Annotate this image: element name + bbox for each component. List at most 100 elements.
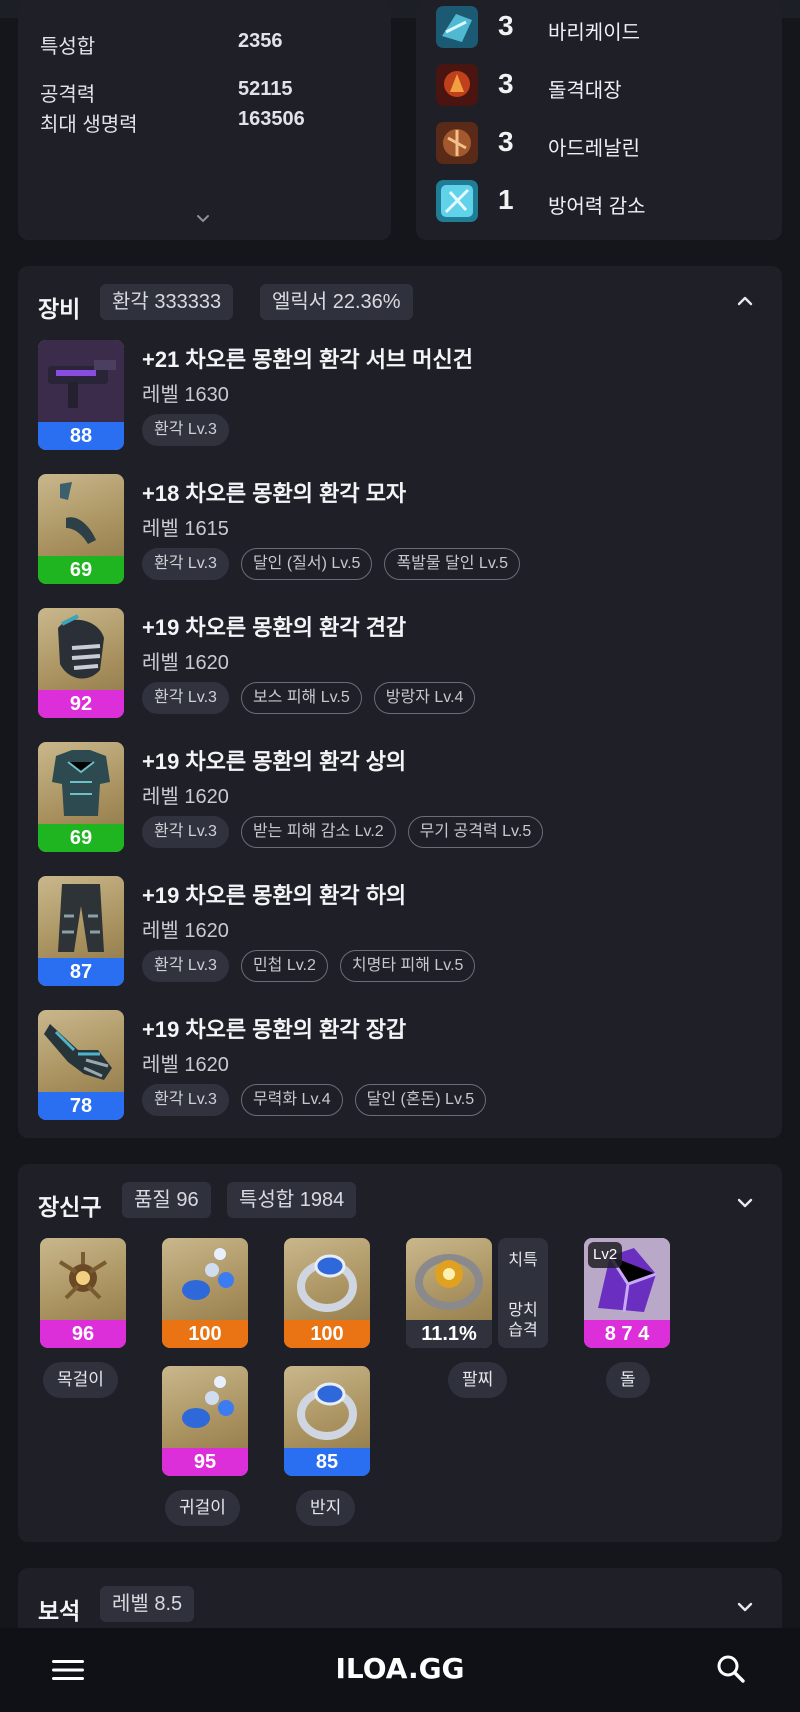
equipment-item-shoulder[interactable]: 92 +19 차오른 몽환의 환각 견갑 레벨 1620 환각 Lv.3 보스 … [38, 608, 778, 720]
equipment-name: +19 차오른 몽환의 환각 장갑 [142, 1017, 407, 1042]
equipment-section: 장비 환각 333333 엘릭서 22.36% 88 +21 차오른 몽환의 환… [18, 266, 782, 1138]
gloves-icon [44, 1024, 112, 1080]
defense-reduction-icon [436, 180, 478, 222]
hat-icon [60, 482, 96, 544]
engraving-level: 3 [498, 10, 514, 41]
necklace-slot[interactable]: 96 [40, 1238, 126, 1348]
equipment-item-weapon[interactable]: 88 +21 차오른 몽환의 환각 서브 머신건 레벨 1630 환각 Lv.3 [38, 340, 778, 452]
equipment-name: +19 차오른 몽환의 환각 견갑 [142, 615, 407, 640]
stone-values: 8 7 4 [584, 1320, 670, 1348]
equipment-tag: 받는 피해 감소 Lv.2 [240, 816, 396, 848]
engraving-level: 3 [498, 68, 514, 99]
engraving-row[interactable]: 3 돌격대장 [436, 62, 766, 106]
ring-icon [297, 1382, 357, 1440]
engravings-card: 3 바리케이드 3 돌격대장 3 아드레날린 1 방어력 감소 [416, 0, 782, 240]
stat-label: 특성합 [40, 36, 96, 58]
bracelet-label: 팔찌 [448, 1362, 508, 1398]
stat-value: 163506 [238, 108, 305, 130]
ability-stone-slot[interactable]: Lv2 8 7 4 [584, 1238, 670, 1348]
bracelet-slot[interactable]: 11.1% [406, 1238, 492, 1348]
necklace-icon [58, 1252, 108, 1300]
barricade-icon [436, 6, 478, 48]
equipment-tag: 치명타 피해 Lv.5 [339, 950, 476, 982]
raid-captain-icon [436, 64, 478, 106]
equipment-tag: 환각 Lv.3 [142, 816, 229, 848]
engraving-row[interactable]: 3 아드레날린 [436, 120, 766, 164]
equipment-title: 장비 [38, 296, 81, 322]
quality-badge: 100 [284, 1320, 370, 1348]
quality-badge: 69 [38, 556, 124, 584]
equipment-name: +19 차오른 몽환의 환각 하의 [142, 883, 407, 908]
bracelet-icon [415, 1254, 483, 1310]
equipment-item-helmet[interactable]: 69 +18 차오른 몽환의 환각 모자 레벨 1615 환각 Lv.3 달인 … [38, 474, 778, 586]
engraving-name: 바리케이드 [548, 22, 640, 44]
equipment-tag: 무기 공격력 Lv.5 [407, 816, 544, 848]
necklace-label: 목걸이 [43, 1362, 118, 1398]
submachine-gun-icon [38, 340, 124, 422]
quality-badge: 69 [38, 824, 124, 852]
equipment-tag: 환각 Lv.3 [142, 682, 229, 714]
equipment-tags: 환각 Lv.3 무력화 Lv.4 달인 (혼돈) Lv.5 [142, 1084, 487, 1116]
stat-value: 2356 [238, 30, 283, 52]
equipment-tags: 환각 Lv.3 민첩 Lv.2 치명타 피해 Lv.5 [142, 950, 476, 982]
equipment-tag: 환각 Lv.3 [142, 1084, 229, 1116]
search-icon[interactable] [716, 1654, 746, 1684]
equipment-name: +19 차오른 몽환의 환각 상의 [142, 749, 407, 774]
equipment-image: 87 [38, 876, 124, 986]
stats-card: 특성합 2356 공격력 52115 최대 생명력 163506 [18, 0, 391, 240]
quality-badge: 78 [38, 1092, 124, 1120]
equipment-tags: 환각 Lv.3 보스 피해 Lv.5 방랑자 Lv.4 [142, 682, 476, 714]
engraving-row[interactable]: 1 방어력 감소 [436, 178, 766, 222]
quality-badge: 88 [38, 422, 124, 450]
bracelet-stats: 치특 망치 습격 [498, 1238, 548, 1348]
earring-icon [182, 1376, 234, 1428]
accessories-title: 장신구 [38, 1194, 102, 1220]
engraving-row[interactable]: 3 바리케이드 [436, 4, 766, 48]
engraving-name: 방어력 감소 [548, 196, 646, 218]
earring-slot-1[interactable]: 100 [162, 1238, 248, 1348]
pauldron-icon [58, 614, 104, 679]
equipment-tags: 환각 Lv.3 받는 피해 감소 Lv.2 무기 공격력 Lv.5 [142, 816, 544, 848]
equipment-item-gloves[interactable]: 78 +19 차오른 몽환의 환각 장갑 레벨 1620 환각 Lv.3 무력화… [38, 1010, 778, 1122]
ring-slot-2[interactable]: 85 [284, 1366, 370, 1476]
stat-label: 최대 생명력 [40, 114, 138, 136]
quality-badge: 100 [162, 1320, 248, 1348]
expand-gems-chevron-icon[interactable] [736, 1598, 754, 1616]
equipment-tag: 달인 (질서) Lv.5 [240, 548, 373, 580]
ring-slot-1[interactable]: 100 [284, 1238, 370, 1348]
engraving-name: 돌격대장 [548, 80, 622, 102]
equipment-level: 레벨 1620 [142, 920, 229, 942]
engraving-level: 1 [498, 184, 514, 215]
equipment-image: 92 [38, 608, 124, 718]
equipment-tag: 폭발물 달인 Lv.5 [384, 548, 520, 580]
chest-armor-icon [52, 750, 110, 816]
site-logo[interactable]: ILOA.GG [0, 1652, 800, 1685]
stat-value: 52115 [238, 78, 293, 100]
earring-slot-2[interactable]: 95 [162, 1366, 248, 1476]
earring-label: 귀걸이 [165, 1490, 240, 1526]
elixir-badge: 엘릭서 22.36% [260, 284, 413, 320]
transcend-badge: 환각 333333 [100, 284, 234, 320]
stone-level-badge: Lv2 [588, 1242, 623, 1268]
quality-badge: 95 [162, 1448, 248, 1476]
bottom-navigation: ILOA.GG [0, 1628, 800, 1712]
equipment-item-chest[interactable]: 69 +19 차오른 몽환의 환각 상의 레벨 1620 환각 Lv.3 받는 … [38, 742, 778, 854]
equipment-image: 69 [38, 742, 124, 852]
expand-accessories-chevron-icon[interactable] [736, 1194, 754, 1212]
equipment-tag: 달인 (혼돈) Lv.5 [354, 1084, 487, 1116]
equipment-tag: 보스 피해 Lv.5 [240, 682, 362, 714]
expand-stats-chevron-icon[interactable] [196, 212, 210, 226]
stone-label: 돌 [606, 1362, 650, 1398]
equipment-level: 레벨 1620 [142, 652, 229, 674]
adrenaline-icon [436, 122, 478, 164]
equipment-image: 78 [38, 1010, 124, 1120]
equipment-level: 레벨 1615 [142, 518, 229, 540]
ring-icon [297, 1254, 357, 1312]
equipment-item-pants[interactable]: 87 +19 차오른 몽환의 환각 하의 레벨 1620 환각 Lv.3 민첩 … [38, 876, 778, 988]
equipment-level: 레벨 1620 [142, 786, 229, 808]
accessories-section: 장신구 품질 96 특성합 1984 96 목걸이 100 100 11.1% … [18, 1164, 782, 1542]
collapse-equipment-chevron-icon[interactable] [736, 292, 754, 310]
gem-level-badge: 레벨 8.5 [100, 1586, 195, 1622]
earring-icon [182, 1248, 234, 1300]
ring-label: 반지 [296, 1490, 356, 1526]
